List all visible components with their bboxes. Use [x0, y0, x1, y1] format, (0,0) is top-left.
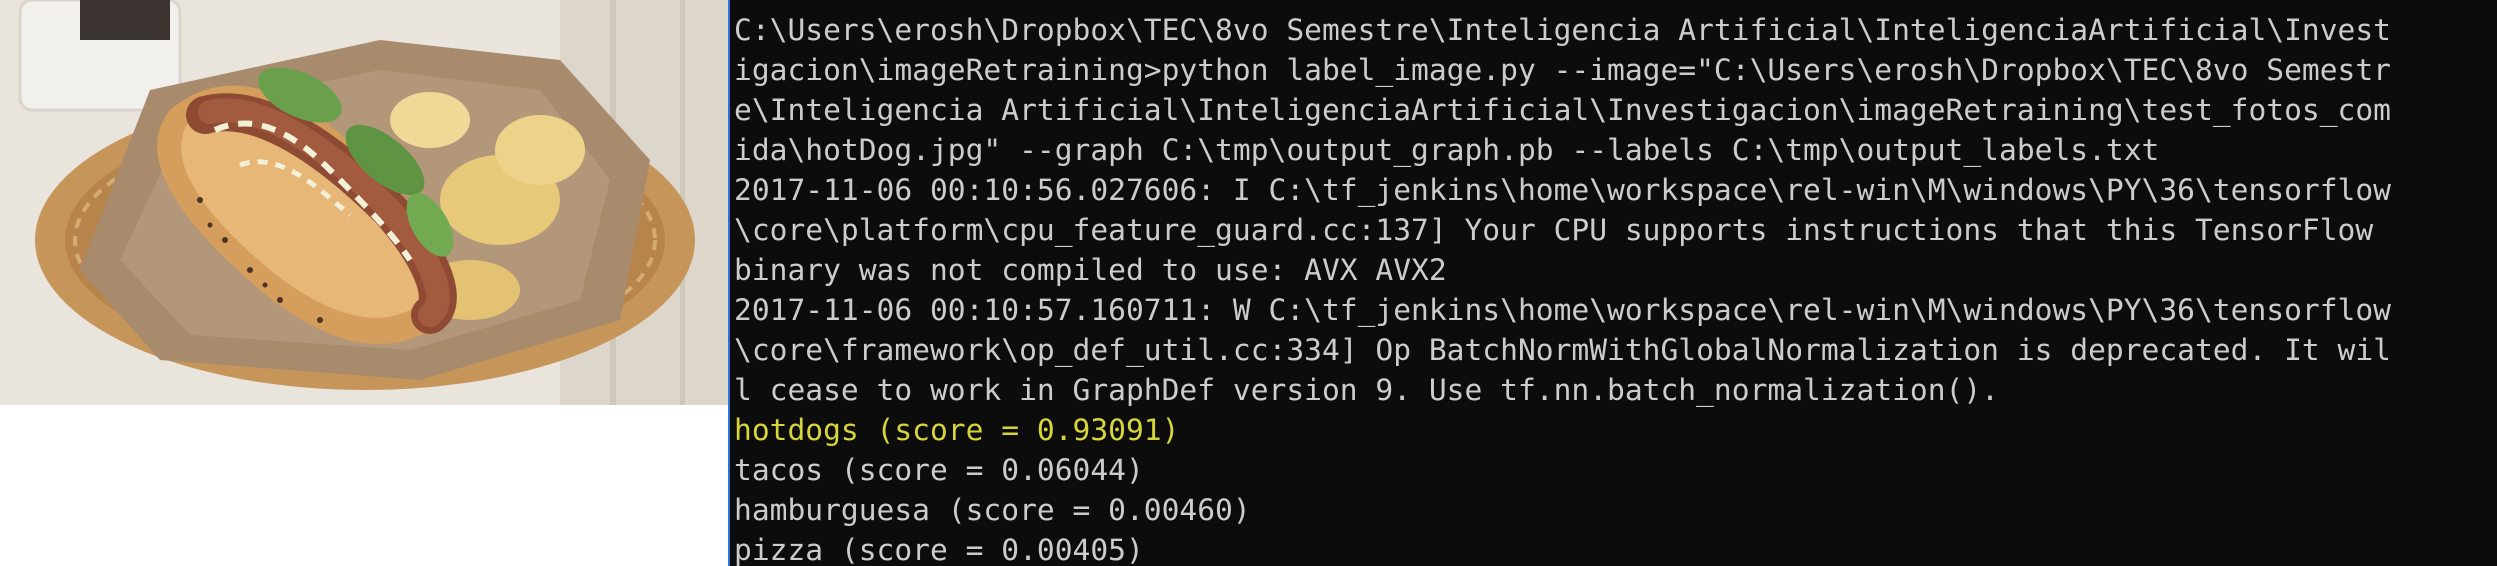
hotdog-photo: [0, 0, 728, 405]
terminal-output: C:\Users\erosh\Dropbox\TEC\8vo Semestre\…: [730, 0, 2497, 566]
terminal-window[interactable]: C:\Users\erosh\Dropbox\TEC\8vo Semestre\…: [728, 0, 2497, 566]
terminal-line: \core\platform\cpu_feature_guard.cc:137]…: [734, 213, 2374, 247]
terminal-line: ida\hotDog.jpg" --graph C:\tmp\output_gr…: [734, 133, 2160, 167]
terminal-line: l cease to work in GraphDef version 9. U…: [734, 373, 2000, 407]
prediction-result: pizza (score = 0.00405): [734, 533, 1144, 566]
terminal-line: C:\Users\erosh\Dropbox\TEC\8vo Semestre\…: [734, 13, 2391, 47]
terminal-line: igacion\imageRetraining>python label_ima…: [734, 53, 2391, 87]
terminal-line: e\Inteligencia Artificial\InteligenciaAr…: [734, 93, 2391, 127]
terminal-line: \core\framework\op_def_util.cc:334] Op B…: [734, 333, 2391, 367]
prediction-top-result: hotdogs (score = 0.93091): [734, 413, 1180, 447]
terminal-line: 2017-11-06 00:10:57.160711: W C:\tf_jenk…: [734, 293, 2391, 327]
prediction-result: hamburguesa (score = 0.00460): [734, 493, 1251, 527]
terminal-line: 2017-11-06 00:10:56.027606: I C:\tf_jenk…: [734, 173, 2391, 207]
terminal-line: binary was not compiled to use: AVX AVX2: [734, 253, 1447, 287]
photo-panel: [0, 0, 728, 566]
prediction-result: tacos (score = 0.06044): [734, 453, 1144, 487]
